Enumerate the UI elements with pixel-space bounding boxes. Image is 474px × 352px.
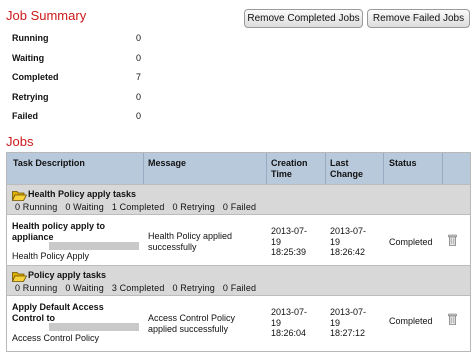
job-group-stats: 0 Running 0 Waiting 3 Completed 0 Retryi… (15, 283, 257, 293)
job-last-change: 2013-07- 19 18:27:12 (330, 307, 367, 338)
job-last-change: 2013-07- 19 18:26:42 (330, 226, 367, 257)
job-group-header[interactable]: Health Policy apply tasks 0 Running 0 Wa… (7, 184, 470, 215)
summary-label-failed: Failed (12, 111, 39, 121)
job-group-stats: 0 Running 0 Waiting 1 Completed 0 Retryi… (15, 202, 257, 212)
summary-label-completed: Completed (12, 72, 59, 82)
job-task-description: Health policy apply to appliance (12, 221, 106, 242)
column-header-task-description[interactable]: Task Description (13, 158, 85, 169)
summary-label-running: Running (12, 33, 49, 43)
summary-value-waiting: 0 (136, 53, 142, 63)
column-header-status[interactable]: Status (389, 158, 417, 169)
folder-open-icon (12, 191, 27, 201)
job-group-name: Policy apply tasks (28, 270, 107, 280)
column-header-creation-time[interactable]: Creation Time (271, 158, 308, 180)
redacted-text (49, 242, 139, 250)
job-subtitle: Access Control Policy (12, 333, 100, 343)
remove-completed-jobs-button[interactable]: Remove Completed Jobs (244, 9, 363, 28)
jobs-table-header: Task Description Message Creation Time L… (7, 153, 470, 185)
remove-failed-jobs-button[interactable]: Remove Failed Jobs (367, 9, 470, 28)
trash-icon[interactable] (448, 313, 457, 325)
summary-value-failed: 0 (136, 111, 142, 121)
table-row[interactable]: Health policy apply to appliance Health … (7, 215, 470, 264)
job-message: Health Policy applied successfully (148, 231, 233, 252)
job-status: Completed (389, 237, 433, 247)
summary-value-retrying: 0 (136, 92, 142, 102)
folder-open-icon (12, 272, 27, 282)
job-message: Access Control Policy applied successful… (148, 313, 236, 334)
job-status: Completed (389, 316, 433, 326)
job-subtitle: Health Policy Apply (12, 251, 90, 261)
column-header-last-change[interactable]: Last Change (330, 158, 363, 180)
job-summary-title: Job Summary (6, 8, 87, 23)
job-creation-time: 2013-07- 19 18:26:04 (271, 307, 308, 338)
jobs-title: Jobs (6, 134, 34, 149)
summary-value-completed: 7 (136, 72, 142, 82)
redacted-text (49, 323, 139, 331)
trash-icon[interactable] (448, 234, 457, 246)
jobs-table: Task Description Message Creation Time L… (6, 152, 471, 352)
table-row[interactable]: Apply Default Access Control to Access C… (7, 296, 470, 345)
summary-value-running: 0 (136, 33, 142, 43)
summary-label-waiting: Waiting (12, 53, 45, 63)
column-header-message[interactable]: Message (148, 158, 186, 169)
job-task-description: Apply Default Access Control to (12, 302, 104, 323)
job-group-name: Health Policy apply tasks (28, 189, 137, 199)
job-group-header[interactable]: Policy apply tasks 0 Running 0 Waiting 3… (7, 265, 470, 296)
job-creation-time: 2013-07- 19 18:25:39 (271, 226, 308, 257)
summary-label-retrying: Retrying (12, 92, 49, 102)
